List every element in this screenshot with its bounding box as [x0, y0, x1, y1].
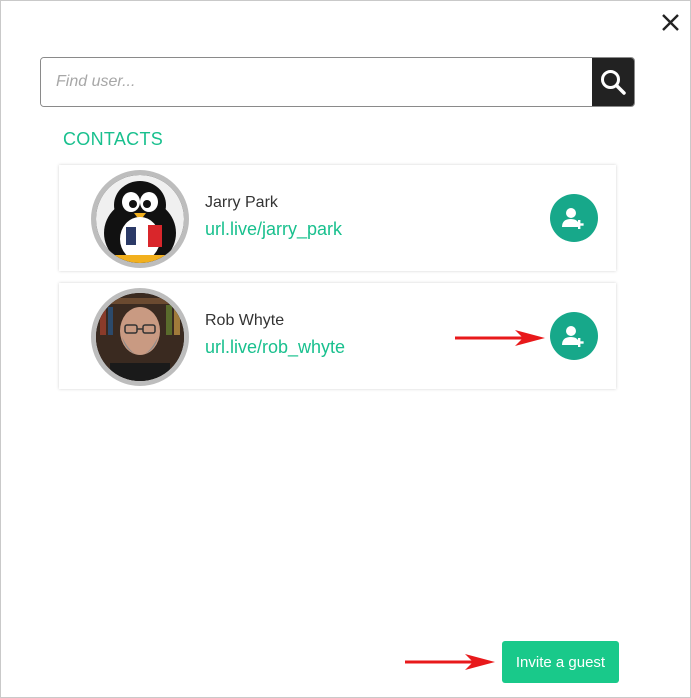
contact-url-link[interactable]: url.live/jarry_park: [205, 219, 342, 240]
search-bar: [40, 57, 635, 107]
close-button[interactable]: [657, 9, 685, 37]
add-user-icon: [562, 326, 584, 347]
add-contact-button[interactable]: [550, 194, 598, 242]
annotation-arrow: [405, 654, 495, 670]
search-input[interactable]: [41, 58, 592, 106]
close-icon: [662, 14, 679, 31]
avatar: [91, 288, 189, 386]
add-contact-button[interactable]: [550, 312, 598, 360]
invite-guest-button[interactable]: Invite a guest: [502, 641, 619, 683]
person-photo-avatar: [96, 293, 184, 381]
penguin-avatar: [96, 175, 184, 263]
contact-card: Jarry Park url.live/jarry_park: [59, 165, 616, 271]
annotation-arrow: [455, 330, 545, 346]
contacts-heading: CONTACTS: [63, 129, 164, 149]
avatar: [91, 170, 189, 268]
add-user-icon: [562, 208, 584, 229]
contact-url-link[interactable]: url.live/rob_whyte: [205, 337, 345, 358]
search-icon: [601, 70, 626, 95]
search-button[interactable]: [592, 58, 634, 106]
dialog-window: CONTACTS: [0, 0, 691, 698]
contact-name: Jarry Park: [205, 194, 278, 211]
contact-name: Rob Whyte: [205, 312, 285, 329]
